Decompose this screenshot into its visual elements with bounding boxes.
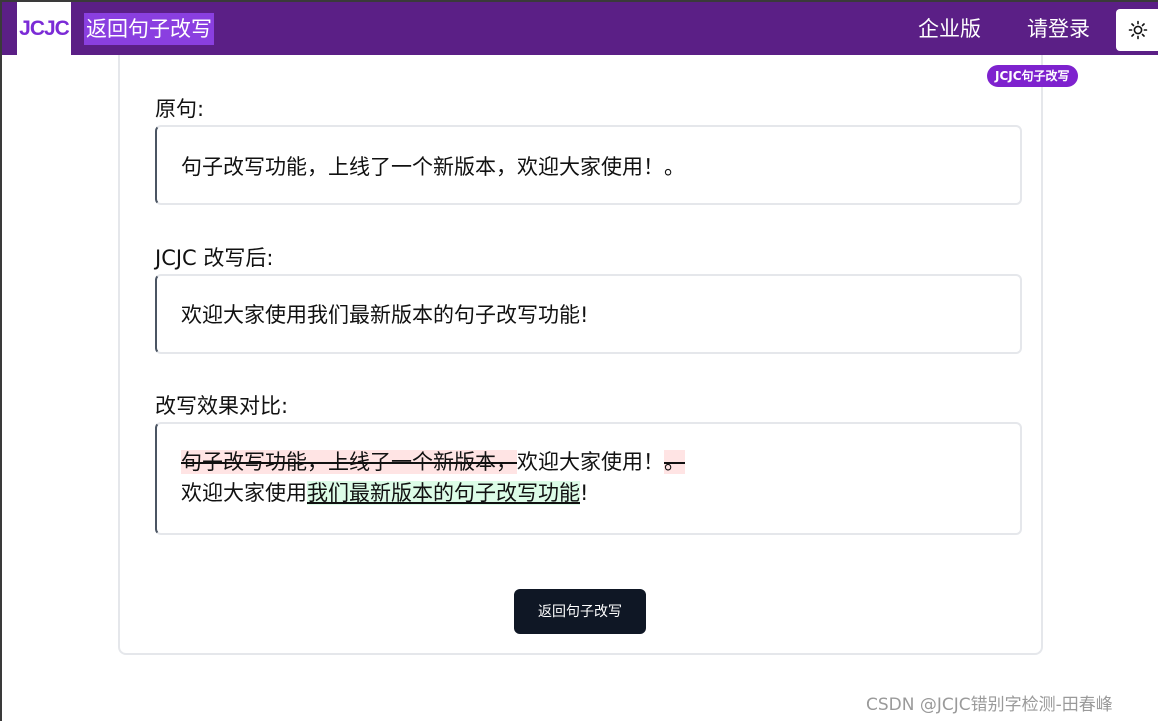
original-text: 句子改写功能，上线了一个新版本，欢迎大家使用！。 xyxy=(181,155,685,179)
jcjc-rewrite-badge: JCJC句子改写 xyxy=(987,65,1078,87)
unchanged-segment: 欢迎大家使用！ xyxy=(517,450,664,474)
unchanged-segment: 欢迎大家使用 xyxy=(181,481,307,505)
nav-login-link[interactable]: 请登录 xyxy=(1027,13,1090,45)
nav-enterprise-link[interactable]: 企业版 xyxy=(918,13,981,45)
back-to-rewrite-button[interactable]: 返回句子改写 xyxy=(514,589,646,634)
back-to-rewrite-link[interactable]: 返回句子改写 xyxy=(84,13,214,45)
rewritten-text-box: 欢迎大家使用我们最新版本的句子改写功能! xyxy=(155,274,1022,354)
comparison-line-original: 句子改写功能，上线了一个新版本，欢迎大家使用！。 xyxy=(181,447,1020,478)
deleted-segment: 。 xyxy=(664,450,685,474)
theme-toggle-button[interactable] xyxy=(1116,9,1158,51)
csdn-watermark: CSDN @JCJC错别字检测-田春峰 xyxy=(866,695,1113,715)
window-frame-left xyxy=(0,0,2,721)
comparison-text-box: 句子改写功能，上线了一个新版本，欢迎大家使用！。 欢迎大家使用我们最新版本的句子… xyxy=(155,422,1022,535)
rewritten-text: 欢迎大家使用我们最新版本的句子改写功能! xyxy=(181,303,589,327)
brand-logo[interactable]: JCJC xyxy=(17,2,71,55)
comparison-label: 改写效果对比: xyxy=(155,394,289,418)
rewritten-label: JCJC 改写后: xyxy=(155,246,274,270)
top-header: JCJC 返回句子改写 企业版 请登录 xyxy=(2,2,1158,55)
original-label: 原句: xyxy=(155,97,205,121)
original-text-box: 句子改写功能，上线了一个新版本，欢迎大家使用！。 xyxy=(155,125,1022,205)
comparison-line-rewritten: 欢迎大家使用我们最新版本的句子改写功能! xyxy=(181,478,1020,509)
unchanged-segment: ! xyxy=(580,481,589,505)
inserted-segment: 我们最新版本的句子改写功能 xyxy=(307,481,580,505)
deleted-segment: 句子改写功能，上线了一个新版本， xyxy=(181,450,517,474)
sun-icon xyxy=(1128,20,1148,40)
